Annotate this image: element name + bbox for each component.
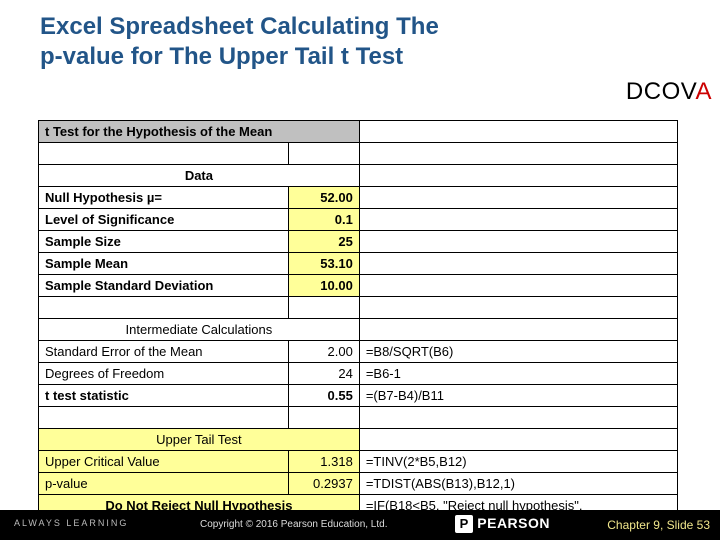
row-label: Sample Size bbox=[39, 231, 289, 253]
table-row: Sample Standard Deviation 10.00 bbox=[39, 275, 678, 297]
row-label: Degrees of Freedom bbox=[39, 363, 289, 385]
blank bbox=[288, 407, 359, 429]
row-value: 0.1 bbox=[288, 209, 359, 231]
table-row: Sample Size 25 bbox=[39, 231, 678, 253]
blank bbox=[359, 253, 677, 275]
blank bbox=[359, 187, 677, 209]
dcova-black: DCOV bbox=[626, 78, 696, 105]
row-value: 52.00 bbox=[288, 187, 359, 209]
blank bbox=[359, 275, 677, 297]
footer-bar: ALWAYS LEARNING Copyright © 2016 Pearson… bbox=[0, 510, 720, 540]
blank bbox=[359, 209, 677, 231]
table-row: t test statistic 0.55 =(B7-B4)/B11 bbox=[39, 385, 678, 407]
chapter-slide-label: Chapter 9, Slide 53 bbox=[607, 518, 710, 532]
slide-title: Excel Spreadsheet Calculating The p-valu… bbox=[40, 12, 560, 72]
row-value: 0.55 bbox=[288, 385, 359, 407]
row-label: Sample Standard Deviation bbox=[39, 275, 289, 297]
row-formula: =TINV(2*B5,B12) bbox=[359, 451, 677, 473]
table-row: Data bbox=[39, 165, 678, 187]
copyright-label: Copyright © 2016 Pearson Education, Ltd. bbox=[200, 519, 388, 530]
table-row: Upper Tail Test bbox=[39, 429, 678, 451]
upper-tail-section-label: Upper Tail Test bbox=[39, 429, 360, 451]
table-row: Sample Mean 53.10 bbox=[39, 253, 678, 275]
pearson-text: PEARSON bbox=[477, 515, 550, 531]
row-label: Standard Error of the Mean bbox=[39, 341, 289, 363]
row-value: 53.10 bbox=[288, 253, 359, 275]
blank bbox=[359, 143, 677, 165]
blank bbox=[359, 407, 677, 429]
row-value: 0.2937 bbox=[288, 473, 359, 495]
table-row bbox=[39, 143, 678, 165]
table-row bbox=[39, 407, 678, 429]
table-row: Level of Significance 0.1 bbox=[39, 209, 678, 231]
row-value: 25 bbox=[288, 231, 359, 253]
row-formula: =B8/SQRT(B6) bbox=[359, 341, 677, 363]
pearson-p-icon: P bbox=[455, 515, 473, 533]
table-row: Degrees of Freedom 24 =B6-1 bbox=[39, 363, 678, 385]
row-label: p-value bbox=[39, 473, 289, 495]
blank bbox=[359, 429, 677, 451]
pearson-logo: PPEARSON bbox=[455, 515, 550, 533]
row-value: 1.318 bbox=[288, 451, 359, 473]
row-value: 24 bbox=[288, 363, 359, 385]
blank bbox=[359, 165, 677, 187]
row-label: Upper Critical Value bbox=[39, 451, 289, 473]
row-formula: =(B7-B4)/B11 bbox=[359, 385, 677, 407]
table-row: Upper Critical Value 1.318 =TINV(2*B5,B1… bbox=[39, 451, 678, 473]
blank bbox=[359, 319, 677, 341]
title-line-2: p-value for The Upper Tail t Test bbox=[40, 43, 403, 70]
row-label: Level of Significance bbox=[39, 209, 289, 231]
blank bbox=[288, 297, 359, 319]
row-value: 2.00 bbox=[288, 341, 359, 363]
blank bbox=[288, 143, 359, 165]
row-label: Sample Mean bbox=[39, 253, 289, 275]
table-row bbox=[39, 297, 678, 319]
always-learning-label: ALWAYS LEARNING bbox=[14, 518, 128, 528]
blank bbox=[359, 297, 677, 319]
intermediate-section-label: Intermediate Calculations bbox=[39, 319, 360, 341]
blank bbox=[359, 231, 677, 253]
table-row: p-value 0.2937 =TDIST(ABS(B13),B12,1) bbox=[39, 473, 678, 495]
data-section-label: Data bbox=[39, 165, 360, 187]
slide: Excel Spreadsheet Calculating The p-valu… bbox=[0, 0, 720, 540]
spreadsheet: t Test for the Hypothesis of the Mean Da… bbox=[38, 120, 678, 539]
blank bbox=[359, 121, 677, 143]
sheet-table: t Test for the Hypothesis of the Mean Da… bbox=[38, 120, 678, 539]
row-formula: =B6-1 bbox=[359, 363, 677, 385]
table-row: t Test for the Hypothesis of the Mean bbox=[39, 121, 678, 143]
dcova-label: DCOVA bbox=[626, 78, 712, 106]
row-label: Null Hypothesis µ= bbox=[39, 187, 289, 209]
dcova-red: A bbox=[695, 78, 712, 105]
row-value: 10.00 bbox=[288, 275, 359, 297]
table-row: Standard Error of the Mean 2.00 =B8/SQRT… bbox=[39, 341, 678, 363]
row-formula: =TDIST(ABS(B13),B12,1) bbox=[359, 473, 677, 495]
blank bbox=[39, 143, 289, 165]
table-row: Null Hypothesis µ= 52.00 bbox=[39, 187, 678, 209]
blank bbox=[39, 407, 289, 429]
row-label: t test statistic bbox=[39, 385, 289, 407]
sheet-header: t Test for the Hypothesis of the Mean bbox=[39, 121, 360, 143]
title-line-1: Excel Spreadsheet Calculating The bbox=[40, 13, 439, 40]
table-row: Intermediate Calculations bbox=[39, 319, 678, 341]
blank bbox=[39, 297, 289, 319]
